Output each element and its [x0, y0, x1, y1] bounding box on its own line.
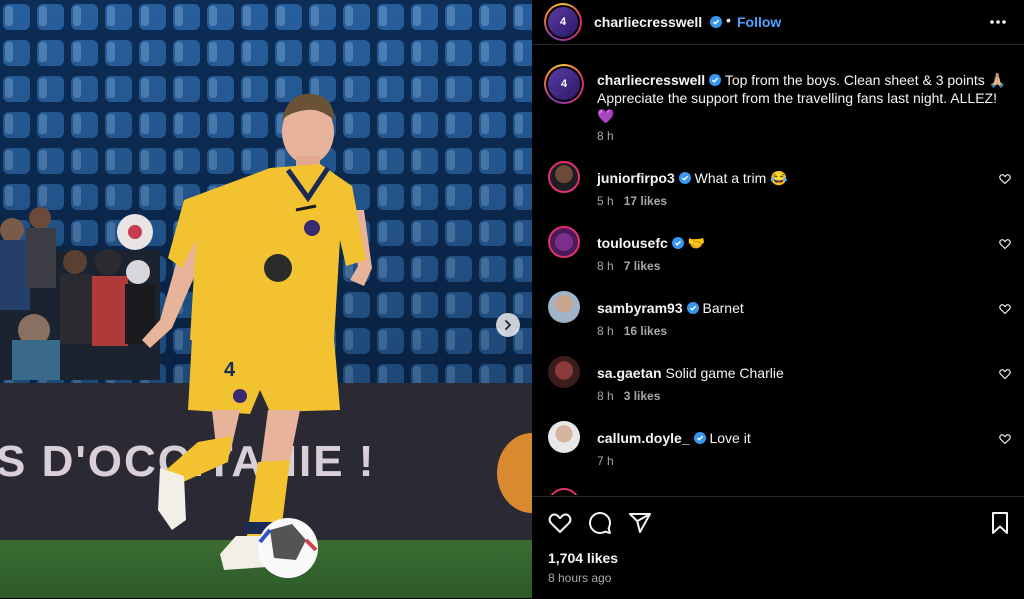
comment-likes[interactable]: 3 likes — [624, 389, 661, 403]
caption-avatar[interactable]: 4 — [544, 64, 584, 104]
comment-text: Solid game Charlie — [665, 365, 784, 381]
commenter-avatar[interactable] — [548, 161, 580, 193]
heart-icon[interactable] — [999, 303, 1011, 315]
commenter-avatar[interactable] — [548, 226, 580, 258]
caption-time: 8 h — [597, 129, 614, 143]
verified-badge-icon — [710, 16, 723, 28]
verified-badge-icon — [671, 237, 684, 249]
heart-icon[interactable] — [548, 511, 572, 535]
comment-text: What a trim 😂 — [694, 170, 788, 186]
post-side-panel: 4 charliecresswell • Follow 4 charliecre… — [532, 0, 1024, 598]
verified-badge-icon — [693, 432, 706, 444]
author-username: charliecresswell — [594, 14, 703, 30]
commenter-avatar[interactable] — [548, 291, 580, 323]
shorts-number: 4 — [224, 359, 236, 381]
heart-icon[interactable] — [999, 173, 1011, 185]
verified-badge-icon — [678, 172, 691, 184]
post-header: 4 charliecresswell • Follow — [532, 0, 1024, 45]
author-avatar[interactable]: 4 — [544, 3, 582, 41]
comment-text-block: juniorfirpo3 What a trim 😂 — [597, 169, 977, 187]
bookmark-icon[interactable] — [988, 511, 1012, 535]
post-time: 8 hours ago — [548, 571, 612, 585]
comment-meta: 8 h 3 likes — [597, 389, 660, 403]
more-options-icon[interactable] — [988, 12, 1008, 32]
separator-dot: • — [726, 12, 731, 28]
caption-username[interactable]: charliecresswell — [597, 72, 705, 88]
comment-username[interactable]: sa.gaetan — [597, 365, 662, 381]
post-photo: S D'OCCITANIE ! 4 — [0, 0, 532, 598]
next-image-button[interactable] — [496, 313, 520, 337]
comment-text-block: sambyram93 Barnet — [597, 299, 977, 317]
comment-meta: 8 h 7 likes — [597, 259, 660, 273]
comment-icon[interactable] — [588, 511, 612, 535]
author-username-link[interactable]: charliecresswell — [594, 14, 723, 30]
verified-badge-icon — [709, 74, 722, 86]
verified-badge-icon — [686, 302, 699, 314]
comment-likes[interactable]: 16 likes — [624, 324, 667, 338]
comment-time: 5 h — [597, 194, 614, 208]
comment-text-block: callum.doyle_ Love it — [597, 429, 977, 447]
share-icon[interactable] — [628, 511, 652, 535]
heart-icon[interactable] — [999, 368, 1011, 380]
likes-count[interactable]: 1,704 likes — [548, 550, 618, 566]
comment-time: 8 h — [597, 324, 614, 338]
follow-button[interactable]: Follow — [737, 14, 781, 30]
commenter-avatar[interactable] — [548, 356, 580, 388]
comment-username[interactable]: callum.doyle_ — [597, 430, 690, 446]
post-actions-bar: 1,704 likes 8 hours ago — [532, 496, 1024, 599]
comment-username[interactable]: toulousefc — [597, 235, 668, 251]
comment-meta: 5 h 17 likes — [597, 194, 667, 208]
chevron-right-icon — [505, 320, 511, 330]
comment-text-block: sa.gaetan Solid game Charlie — [597, 364, 977, 382]
comment-username[interactable]: juniorfirpo3 — [597, 170, 675, 186]
comment-text: Barnet — [702, 300, 744, 316]
comment-text: 🤝 — [687, 235, 706, 251]
commenter-avatar[interactable] — [548, 421, 580, 453]
avatar-image: 4 — [548, 68, 580, 100]
football-player: 4 — [142, 93, 372, 578]
comment-meta: 7 h — [597, 454, 614, 468]
comments-scroll-area[interactable]: 4 charliecresswell Top from the boys. Cl… — [532, 45, 1024, 495]
comment-text: Love it — [709, 430, 751, 446]
heart-icon[interactable] — [999, 433, 1011, 445]
comment-likes[interactable]: 7 likes — [624, 259, 661, 273]
caption-text-block: charliecresswell Top from the boys. Clea… — [597, 71, 1007, 125]
comment-text-block: toulousefc 🤝 — [597, 234, 977, 252]
comment-meta: 8 h 16 likes — [597, 324, 667, 338]
comment-likes[interactable]: 17 likes — [624, 194, 667, 208]
commenter-avatar[interactable] — [548, 488, 580, 495]
comment-username[interactable]: sambyram93 — [597, 300, 683, 316]
avatar-image: 4 — [548, 7, 578, 37]
heart-icon[interactable] — [999, 238, 1011, 250]
comment-time: 8 h — [597, 389, 614, 403]
comment-time: 8 h — [597, 259, 614, 273]
comment-time: 7 h — [597, 454, 614, 468]
